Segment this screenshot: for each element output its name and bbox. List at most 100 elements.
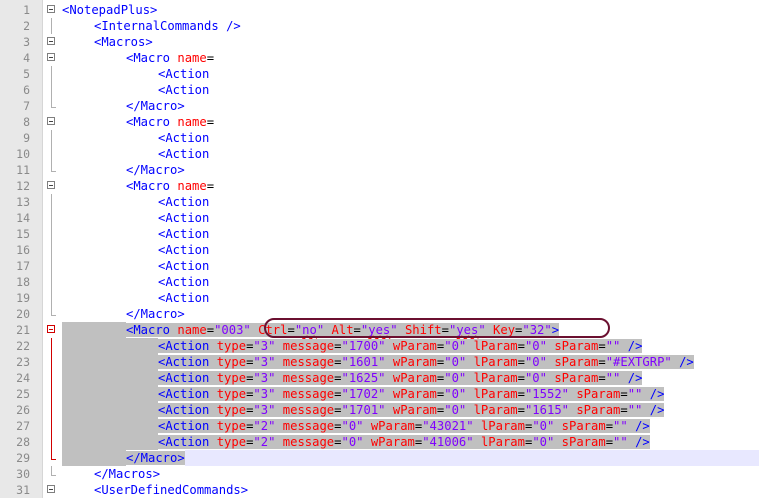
code-text[interactable]: <Macro name=	[62, 50, 214, 66]
code-line[interactable]: 13 <Action	[0, 194, 759, 210]
code-token: ""	[613, 419, 628, 433]
fold-toggle-icon[interactable]	[47, 117, 55, 125]
code-token: =	[206, 51, 215, 65]
code-line[interactable]: 6 <Action	[0, 82, 759, 98]
code-text[interactable]: <Action	[62, 242, 209, 258]
code-text[interactable]: <Action type="3" message="1702" wParam="…	[62, 386, 665, 402]
code-text[interactable]: <InternalCommands />	[62, 18, 241, 34]
code-text[interactable]: <Action	[62, 146, 209, 162]
code-line[interactable]: 9 <Action	[0, 130, 759, 146]
fold-toggle-icon[interactable]	[47, 485, 55, 493]
code-line[interactable]: 26 <Action type = "3" message = "1701" wParam…	[0, 402, 759, 418]
code-token	[466, 339, 474, 353]
code-line[interactable]: 28 <Action type="2" message="0" wParam="4…	[0, 434, 759, 450]
code-text[interactable]: <Action	[62, 130, 209, 146]
code-text[interactable]: <Action type="3" message="1700" wParam="…	[62, 338, 643, 354]
code-text[interactable]: <Action	[62, 290, 209, 306]
code-line[interactable]: 3 <Macros>	[0, 34, 759, 50]
code-line[interactable]: 10 <Action	[0, 146, 759, 162]
code-text[interactable]: <Action	[62, 226, 209, 242]
code-text[interactable]: <Action	[62, 274, 209, 290]
code-line[interactable]: 5 <Action	[0, 66, 759, 82]
code-token: message	[282, 387, 335, 401]
code-line[interactable]: 29 </Macro>	[0, 450, 759, 466]
code-text[interactable]: <Macro name=	[62, 114, 214, 130]
indent	[62, 322, 126, 338]
code-line[interactable]: 22 <Action type = "3" message = "1700" wParam…	[0, 338, 759, 354]
code-line[interactable]: 4 <Macro name=	[0, 50, 759, 66]
code-token	[385, 355, 393, 369]
code-line[interactable]: 12 <Macro name=	[0, 178, 759, 194]
code-text[interactable]: <UserDefinedCommands>	[62, 482, 248, 498]
line-number: 11	[16, 163, 30, 177]
code-line[interactable]: 16 <Action	[0, 242, 759, 258]
code-token: ""	[613, 435, 628, 449]
code-text[interactable]: </Macros>	[62, 466, 160, 482]
code-text[interactable]: <Action type="3" message="1601" wParam="…	[62, 354, 694, 370]
line-number: 23	[16, 355, 30, 369]
code-line[interactable]: 15 <Action	[0, 226, 759, 242]
indent	[62, 418, 158, 434]
line-number: 3	[23, 35, 30, 49]
code-text[interactable]: <Action type="3" message="1625" wParam="…	[62, 370, 643, 386]
fold-toggle-icon[interactable]	[47, 37, 55, 45]
code-line[interactable]: 8 <Macro name=	[0, 114, 759, 130]
code-token: lParam	[473, 355, 518, 369]
code-line[interactable]: 24 <Action type = "3" message = "1625" wParam…	[0, 370, 759, 386]
code-text[interactable]: </Macro>	[62, 306, 185, 322]
fold-toggle-icon[interactable]	[47, 181, 55, 189]
fold-end-marker	[51, 171, 56, 172]
line-number: 5	[23, 67, 30, 81]
line-number: 14	[16, 211, 30, 225]
code-line[interactable]: 7 </Macro>	[0, 98, 759, 114]
code-line[interactable]: 18 <Action	[0, 274, 759, 290]
code-line[interactable]: 17 <Action	[0, 258, 759, 274]
code-line[interactable]: 30 </Macros>	[0, 466, 759, 482]
code-text[interactable]: <Action	[62, 66, 209, 82]
code-text[interactable]: <Action type="3" message="1701" wParam="…	[62, 402, 665, 418]
code-token: ""	[605, 371, 621, 385]
code-token	[466, 403, 474, 417]
code-line[interactable]: 2 <InternalCommands />	[0, 18, 759, 34]
code-text[interactable]: <Macros>	[62, 34, 153, 50]
fold-toggle-icon[interactable]	[47, 5, 55, 13]
code-token: message	[282, 355, 335, 369]
code-text[interactable]: </Macro>	[62, 450, 759, 466]
code-text[interactable]: <Action	[62, 194, 209, 210]
code-text[interactable]: <Action type="2" message="0" wParam="430…	[62, 418, 650, 434]
code-token: type	[216, 355, 247, 369]
code-line[interactable]: 23 <Action type = "3" message = "1601" wParam…	[0, 354, 759, 370]
code-line[interactable]: 11 </Macro>	[0, 162, 759, 178]
code-token	[385, 339, 393, 353]
code-token: sParam	[576, 403, 621, 417]
code-line[interactable]: 14 <Action	[0, 210, 759, 226]
code-line[interactable]: 19 <Action	[0, 290, 759, 306]
code-token: wParam	[392, 371, 437, 385]
code-text[interactable]: <Action type="2" message="0" wParam="410…	[62, 434, 650, 450]
code-text[interactable]: <Action	[62, 210, 209, 226]
code-token: <Action	[158, 371, 217, 385]
code-token: "003"	[214, 323, 251, 337]
code-editor[interactable]: 1 <NotepadPlus> 2 <InternalCommands /> 3 <Mac…	[0, 0, 759, 498]
code-text[interactable]: <NotepadPlus>	[62, 2, 157, 18]
code-token: lParam	[473, 339, 518, 353]
code-text[interactable]: <Action	[62, 258, 209, 274]
fold-toggle-icon[interactable]	[47, 53, 55, 61]
code-line[interactable]: 31 <UserDefinedCommands>	[0, 482, 759, 498]
fold-line	[51, 98, 52, 107]
code-line[interactable]: 1 <NotepadPlus>	[0, 2, 759, 18]
code-token: <Action	[158, 275, 210, 289]
code-line[interactable]: 27 <Action type="2" message="0" wParam="4…	[0, 418, 759, 434]
line-number: 1	[23, 3, 30, 17]
code-token: />	[671, 355, 694, 369]
fold-toggle-icon[interactable]	[47, 325, 55, 333]
code-text[interactable]: </Macro>	[62, 162, 185, 178]
code-token: "3"	[253, 371, 276, 385]
code-text[interactable]: </Macro>	[62, 98, 185, 114]
code-text[interactable]: <Action	[62, 82, 209, 98]
code-line[interactable]: 25 <Action type = "3" message = "1702" wParam…	[0, 386, 759, 402]
code-text[interactable]: <Macro name=	[62, 178, 214, 194]
